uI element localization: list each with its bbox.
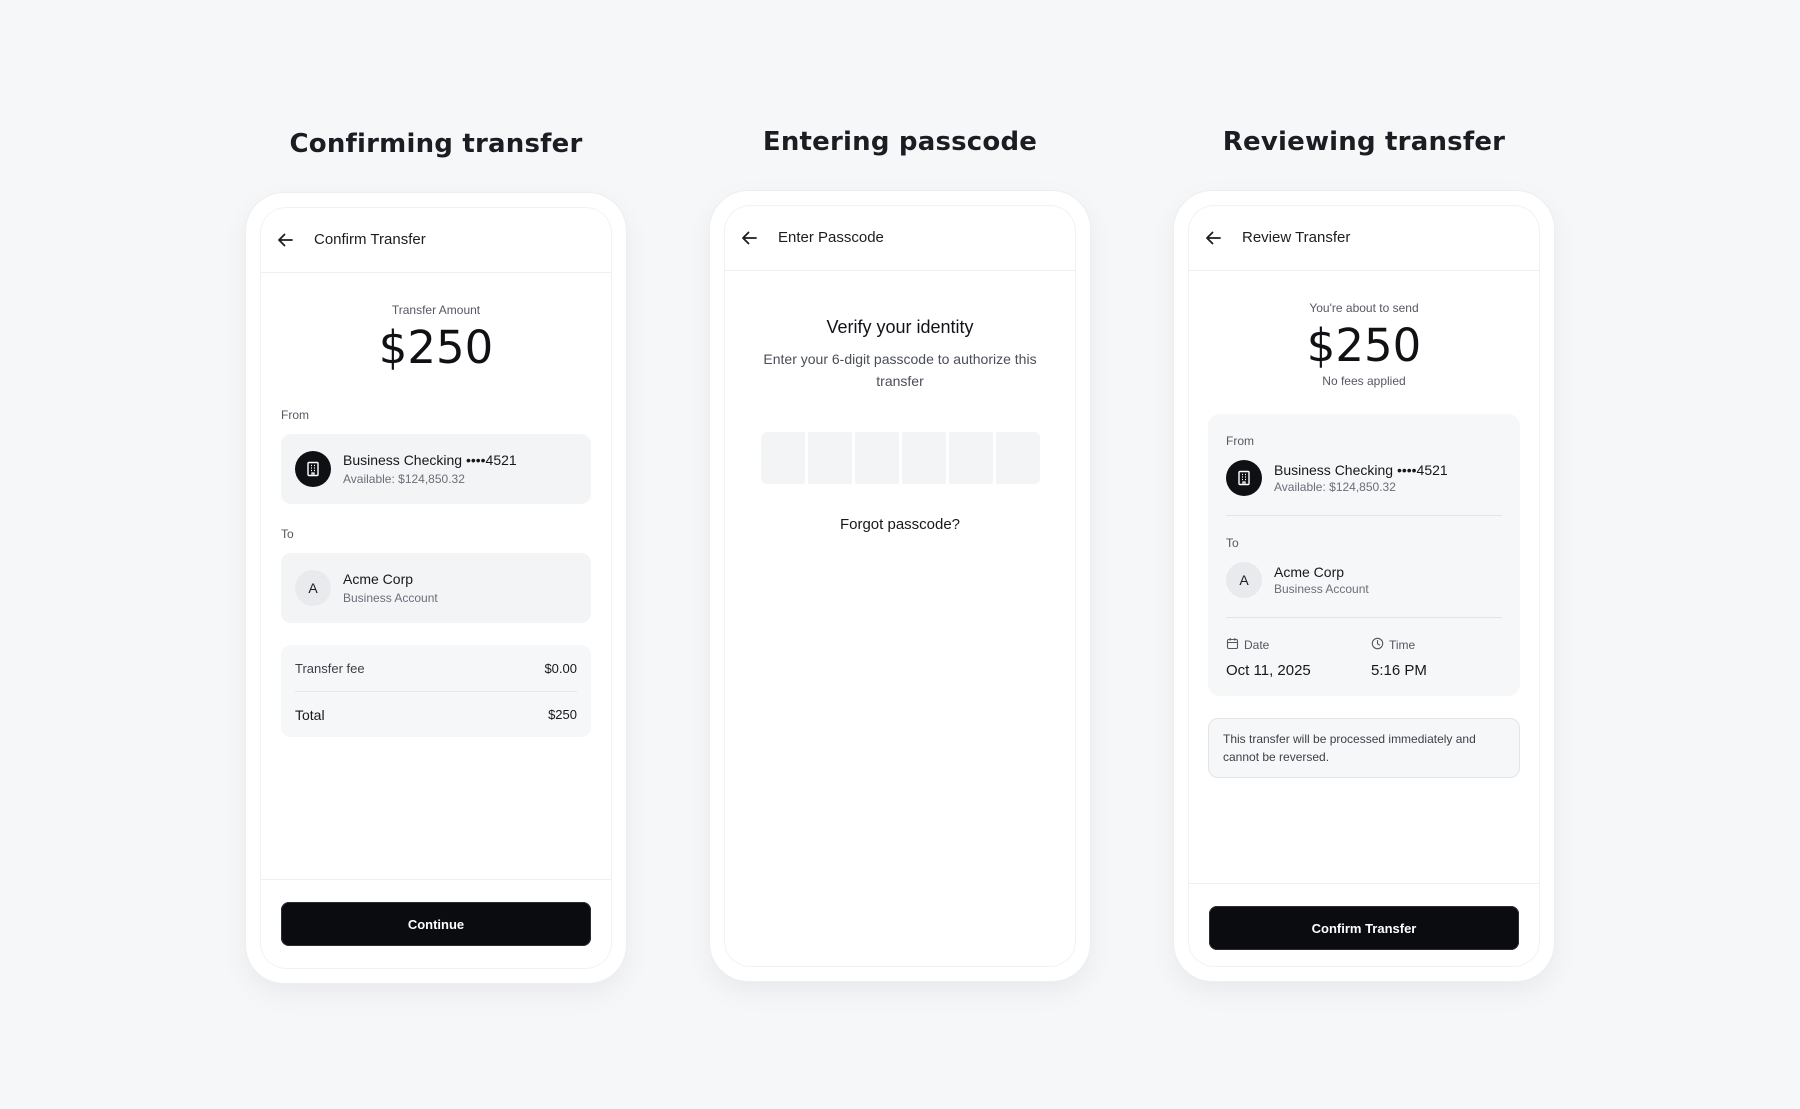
verify-block: Verify your identity Enter your 6-digit …: [724, 317, 1076, 392]
fee-value: $0.00: [544, 660, 577, 676]
fees-note: No fees applied: [1322, 374, 1406, 388]
time-block: Time 5:16 PM: [1371, 637, 1427, 679]
screen-title: Review Transfer: [1242, 229, 1351, 246]
passcode-input[interactable]: [724, 432, 1076, 484]
footer: Confirm Transfer: [1188, 883, 1540, 967]
footer: Continue: [260, 879, 612, 969]
building-icon: [1226, 460, 1262, 496]
irreversible-notice: This transfer will be processed immediat…: [1208, 718, 1520, 778]
back-arrow-icon[interactable]: [276, 231, 294, 249]
to-section: To A Acme Corp Business Account: [1226, 516, 1502, 600]
from-account-balance: Available: $124,850.32: [343, 472, 465, 486]
confirm-transfer-button[interactable]: Confirm Transfer: [1209, 906, 1519, 950]
to-account-type: Business Account: [343, 591, 438, 605]
to-section: To A Acme Corp Business Account: [260, 527, 612, 623]
date-label-row: Date: [1226, 637, 1371, 653]
fee-row: Transfer fee $0.00: [295, 645, 577, 691]
amount-label: Transfer Amount: [391, 303, 481, 317]
recipient-avatar: A: [295, 570, 331, 606]
screen-title: Confirm Transfer: [314, 231, 426, 248]
clock-icon: [1371, 637, 1384, 653]
from-label: From: [1226, 434, 1254, 448]
back-arrow-icon[interactable]: [1204, 229, 1222, 247]
continue-button[interactable]: Continue: [281, 902, 591, 946]
date-value: Oct 11, 2025: [1226, 662, 1311, 679]
phone-frame: Enter Passcode Verify your identity Ente…: [710, 191, 1090, 981]
panel-heading: Confirming transfer: [289, 129, 583, 159]
verify-description: Enter your 6-digit passcode to authorize…: [763, 351, 1037, 389]
phone-screen: Review Transfer You're about to send $25…: [1188, 205, 1540, 967]
to-account-card[interactable]: A Acme Corp Business Account: [281, 553, 591, 623]
to-label: To: [1226, 536, 1239, 550]
about-to-send-label: You're about to send: [1309, 301, 1419, 315]
from-account-name: Business Checking ••••4521: [343, 452, 517, 468]
to-account-name: Acme Corp: [1274, 564, 1345, 580]
passcode-digit-6[interactable]: [995, 432, 1040, 484]
total-label: Total: [295, 706, 325, 723]
back-arrow-icon[interactable]: [740, 229, 758, 247]
passcode-digit-3[interactable]: [854, 432, 899, 484]
total-value: $250: [548, 707, 577, 722]
phone-screen: Confirm Transfer Transfer Amount $250 Fr…: [260, 207, 612, 969]
passcode-digit-4[interactable]: [901, 432, 946, 484]
from-account-balance: Available: $124,850.32: [1274, 480, 1396, 494]
amount-block: Transfer Amount $250: [260, 303, 612, 374]
time-value: 5:16 PM: [1371, 662, 1427, 679]
panel-heading: Entering passcode: [762, 127, 1038, 157]
building-icon: [295, 451, 331, 487]
phone-frame: Review Transfer You're about to send $25…: [1174, 191, 1554, 981]
fee-card: Transfer fee $0.00 Total $250: [281, 645, 591, 737]
review-card: From Business Checking ••••4521 Availabl…: [1208, 414, 1520, 696]
total-row: Total $250: [295, 691, 577, 737]
calendar-icon: [1226, 637, 1239, 653]
passcode-digit-5[interactable]: [948, 432, 993, 484]
to-label: To: [281, 527, 294, 541]
time-label: Time: [1389, 638, 1416, 652]
fee-summary: Transfer fee $0.00 Total $250: [260, 645, 612, 737]
top-bar: Review Transfer: [1188, 205, 1540, 271]
passcode-digit-2[interactable]: [807, 432, 852, 484]
amount-block: You're about to send $250 No fees applie…: [1188, 301, 1540, 388]
from-account-name: Business Checking ••••4521: [1274, 462, 1448, 478]
recipient-avatar: A: [1226, 562, 1262, 598]
date-label: Date: [1244, 638, 1270, 652]
from-section: From Business Checking ••••4521 Availabl…: [260, 408, 612, 504]
to-account-name: Acme Corp: [343, 571, 414, 587]
panel-heading: Reviewing transfer: [1222, 127, 1506, 157]
top-bar: Confirm Transfer: [260, 207, 612, 273]
verify-title: Verify your identity: [826, 317, 974, 337]
phone-frame: Confirm Transfer Transfer Amount $250 Fr…: [246, 193, 626, 983]
passcode-digit-1[interactable]: [760, 432, 805, 484]
from-label: From: [281, 408, 309, 422]
date-time-row: Date Oct 11, 2025 Time 5:16 PM: [1226, 618, 1502, 696]
to-account: A Acme Corp Business Account: [1226, 560, 1502, 600]
fee-label: Transfer fee: [295, 660, 365, 676]
screen-title: Enter Passcode: [778, 229, 884, 246]
from-section: From Business Checking ••••4521 Availabl…: [1226, 414, 1502, 498]
to-account-type: Business Account: [1274, 582, 1369, 596]
top-bar: Enter Passcode: [724, 205, 1076, 271]
from-account-card[interactable]: Business Checking ••••4521 Available: $1…: [281, 434, 591, 504]
time-label-row: Time: [1371, 637, 1427, 653]
phone-screen: Enter Passcode Verify your identity Ente…: [724, 205, 1076, 967]
transfer-amount: $250: [378, 321, 494, 374]
from-account: Business Checking ••••4521 Available: $1…: [1226, 458, 1502, 498]
transfer-amount: $250: [1306, 319, 1422, 372]
date-block: Date Oct 11, 2025: [1226, 637, 1371, 679]
review-details: From Business Checking ••••4521 Availabl…: [1188, 414, 1540, 778]
forgot-passcode-link[interactable]: Forgot passcode?: [724, 516, 1076, 533]
